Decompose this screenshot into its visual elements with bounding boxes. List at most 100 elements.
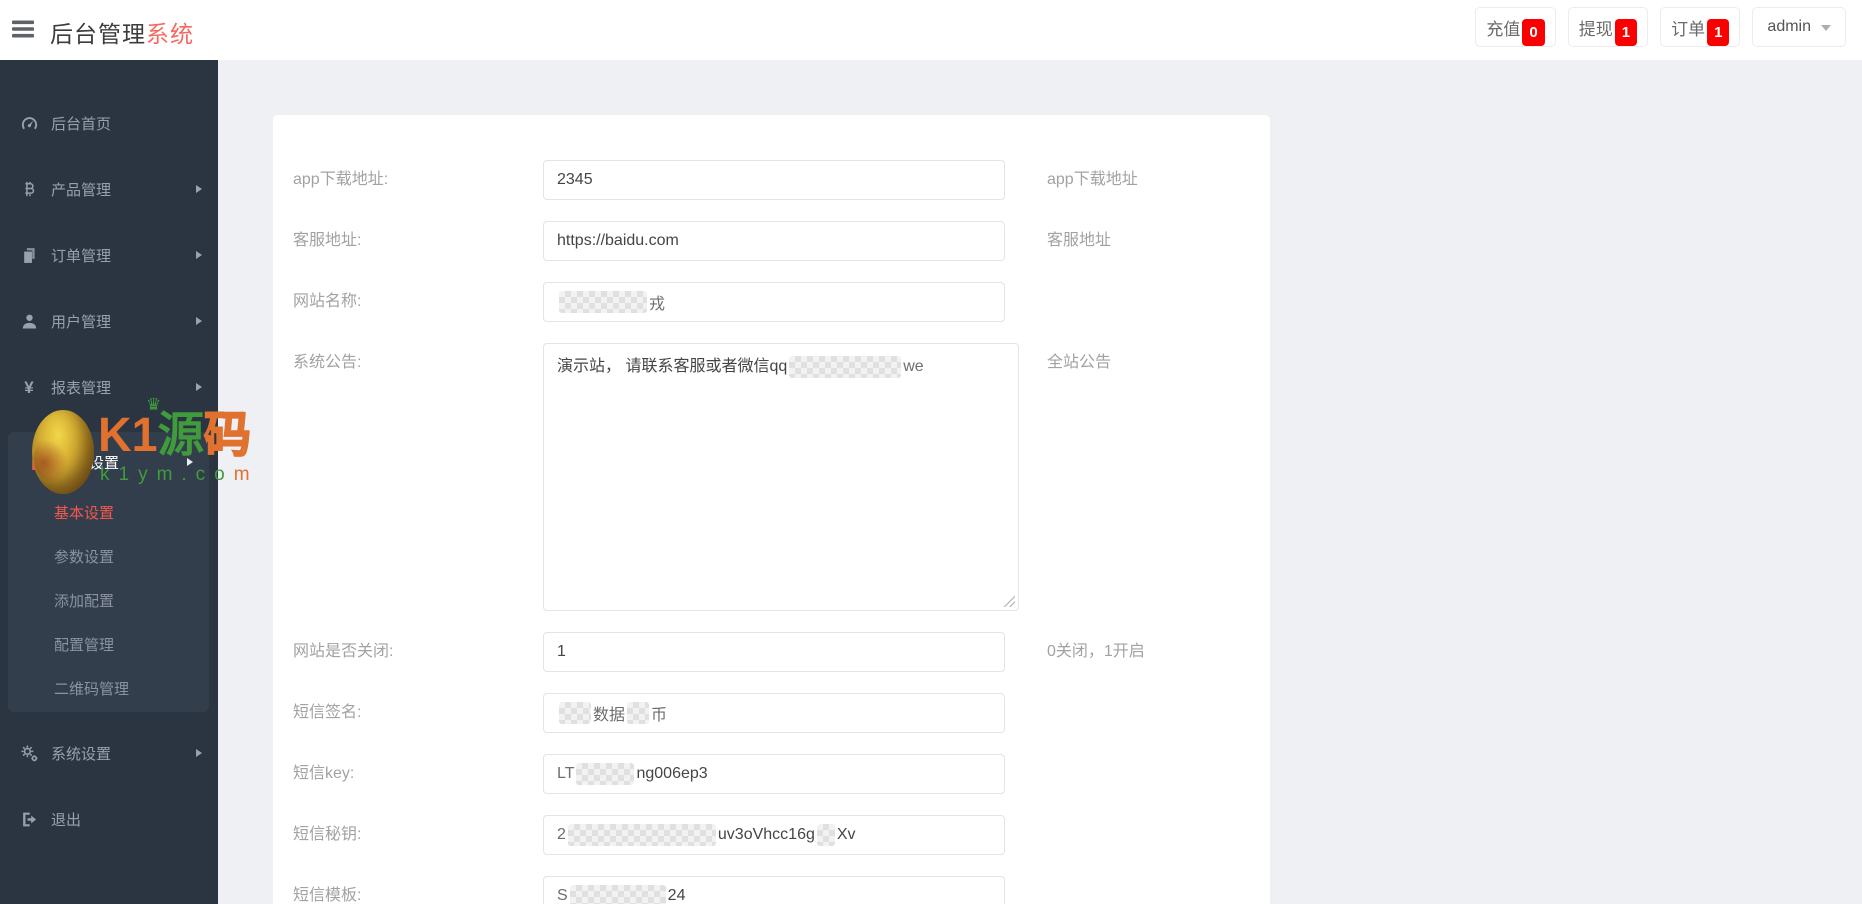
settings-form-card: app下载地址: 2345 app下载地址 客服地址: https://baidu.co… — [273, 115, 1270, 904]
sidebar-item-parameter-settings-sub[interactable]: 参数设置 — [8, 536, 209, 580]
form-row-sms-secret: 短信秘钥: 2 uv3oVhcc16g Xv — [293, 815, 1250, 855]
field-label: 客服地址: — [293, 232, 362, 249]
hamburger-menu-icon[interactable] — [12, 20, 34, 39]
chevron-right-icon — [187, 458, 193, 466]
sidebar-item-label: 系统设置 — [51, 745, 112, 763]
sidebar-group-parameter-settings: 参数设置 基本设置 参数设置 添加配置 配置管理 二维码管理 — [8, 432, 209, 712]
field-label: app下载地址: — [293, 171, 389, 188]
mosaic-redaction — [789, 356, 902, 378]
field-value: 2345 — [557, 171, 593, 188]
app-title-main: 后台管理 — [50, 21, 146, 47]
mosaic-redaction — [567, 824, 716, 846]
sidebar-item-report-management[interactable]: ¥ 报表管理 — [0, 354, 218, 420]
sidebar-item-dashboard-home[interactable]: 后台首页 — [0, 90, 218, 156]
sidebar-item-parameter-settings[interactable]: 参数设置 — [8, 432, 209, 492]
gears-icon — [18, 744, 40, 762]
helper-text: 客服地址 — [1047, 232, 1112, 249]
sidebar-item-user-management[interactable]: 用户管理 — [0, 288, 218, 354]
user-name: admin — [1767, 18, 1811, 35]
field-label: 系统公告: — [293, 354, 362, 371]
orders-icon — [18, 246, 40, 264]
caret-down-icon — [1821, 24, 1831, 36]
chevron-right-icon — [196, 749, 202, 757]
orders-button[interactable]: 订单 1 — [1660, 7, 1741, 47]
header-actions: 充值 0 提现 1 订单 1 admin — [1475, 7, 1846, 47]
field-value: 演示站， 请联系客服或者微信qq — [557, 358, 788, 375]
sms-secret-input[interactable]: 2 uv3oVhcc16g Xv — [543, 815, 1005, 855]
field-value: https://baidu.com — [557, 232, 679, 249]
sidebar-item-order-management[interactable]: 订单管理 — [0, 222, 218, 288]
field-label: 短信模板: — [293, 887, 362, 904]
sidebar-nav: 后台首页 产品管理 订单管理 用户管理 ¥ 报表管理 参数设置 基本设置 参数设置 添加配置 配置管… — [0, 60, 218, 904]
sidebar-item-logout[interactable]: 退出 — [0, 786, 218, 852]
sidebar-item-label: 用户管理 — [51, 313, 112, 331]
recharge-label: 充值 — [1486, 19, 1521, 39]
helper-text: 全站公告 — [1047, 354, 1112, 371]
top-header: 后台管理系统 充值 0 提现 1 订单 1 admin — [0, 0, 1862, 60]
mosaic-redaction — [816, 824, 835, 846]
field-value: 24 — [667, 887, 686, 904]
recharge-button[interactable]: 充值 0 — [1475, 7, 1556, 47]
form-row-app-download-url: app下载地址: 2345 app下载地址 — [293, 160, 1250, 200]
sidebar-item-product-management[interactable]: 产品管理 — [0, 156, 218, 222]
sidebar-item-config-management[interactable]: 配置管理 — [8, 624, 209, 668]
orders-label: 订单 — [1671, 19, 1706, 39]
sidebar-item-qrcode-management[interactable]: 二维码管理 — [8, 668, 209, 712]
mosaic-redaction — [559, 291, 647, 313]
form-row-sms-sign: 短信签名: 数据 币 — [293, 693, 1250, 733]
logout-icon — [18, 810, 40, 828]
sidebar-item-label: 退出 — [51, 811, 82, 829]
orders-count-badge: 1 — [1707, 18, 1730, 46]
withdraw-button[interactable]: 提现 1 — [1567, 7, 1649, 47]
main-content: app下载地址: 2345 app下载地址 客服地址: https://baidu.co… — [218, 60, 1862, 904]
chevron-right-icon — [196, 383, 202, 391]
sidebar-item-label: 订单管理 — [51, 247, 112, 265]
dashboard-icon — [18, 114, 40, 132]
mosaic-redaction — [569, 885, 666, 904]
sms-template-input[interactable]: S 24 — [543, 876, 1005, 904]
page-title: 后台管理系统 — [50, 15, 194, 49]
field-value: ng006ep3 — [636, 765, 708, 782]
service-url-input[interactable]: https://baidu.com — [543, 221, 1005, 261]
site-closed-input[interactable]: 1 — [543, 632, 1005, 672]
system-notice-textarea[interactable]: 演示站， 请联系客服或者微信qq we — [543, 343, 1019, 611]
form-row-sms-key: 短信key: LT ng006ep3 — [293, 754, 1250, 794]
mosaic-redaction — [559, 702, 591, 724]
recharge-count-badge: 0 — [1522, 18, 1545, 46]
form-row-service-url: 客服地址: https://baidu.com 客服地址 — [293, 221, 1250, 261]
sidebar-item-basic-settings[interactable]: 基本设置 — [8, 492, 209, 536]
withdraw-label: 提现 — [1578, 19, 1613, 39]
sms-key-input[interactable]: LT ng006ep3 — [543, 754, 1005, 794]
user-menu-button[interactable]: admin — [1752, 7, 1846, 47]
user-icon — [18, 312, 40, 330]
field-value-partial: 币 — [651, 707, 668, 724]
field-value: uv3oVhcc16g — [717, 826, 815, 843]
field-label: 短信秘钥: — [293, 826, 362, 843]
pages-icon — [26, 453, 48, 471]
helper-text: 0关闭，1开启 — [1047, 643, 1145, 660]
field-value: 1 — [557, 643, 566, 660]
field-value-partial: we — [903, 358, 924, 375]
bitcoin-icon — [18, 180, 40, 198]
field-value-partial: LT — [557, 765, 575, 782]
site-name-input[interactable]: 戎 — [543, 282, 1005, 322]
chevron-right-icon — [196, 251, 202, 259]
sidebar-item-label: 参数设置 — [59, 454, 120, 472]
field-value-partial: 2 — [557, 826, 566, 843]
mosaic-redaction — [576, 763, 635, 785]
field-label: 短信key: — [293, 765, 355, 782]
form-row-site-name: 网站名称: 戎 — [293, 282, 1250, 322]
field-value-partial: S — [557, 887, 568, 904]
withdraw-count-badge: 1 — [1614, 18, 1638, 46]
sidebar-item-system-settings[interactable]: 系统设置 — [0, 720, 218, 786]
form-row-sms-template: 短信模板: S 24 — [293, 876, 1250, 904]
field-label: 短信签名: — [293, 704, 362, 721]
sidebar-item-add-config[interactable]: 添加配置 — [8, 580, 209, 624]
app-download-url-input[interactable]: 2345 — [543, 160, 1005, 200]
yen-icon: ¥ — [24, 377, 34, 397]
sidebar-item-label: 产品管理 — [51, 181, 112, 199]
field-value: Xv — [836, 826, 856, 843]
field-label: 网站是否关闭: — [293, 643, 394, 660]
form-row-site-closed: 网站是否关闭: 1 0关闭，1开启 — [293, 632, 1250, 672]
sms-sign-input[interactable]: 数据 币 — [543, 693, 1005, 733]
